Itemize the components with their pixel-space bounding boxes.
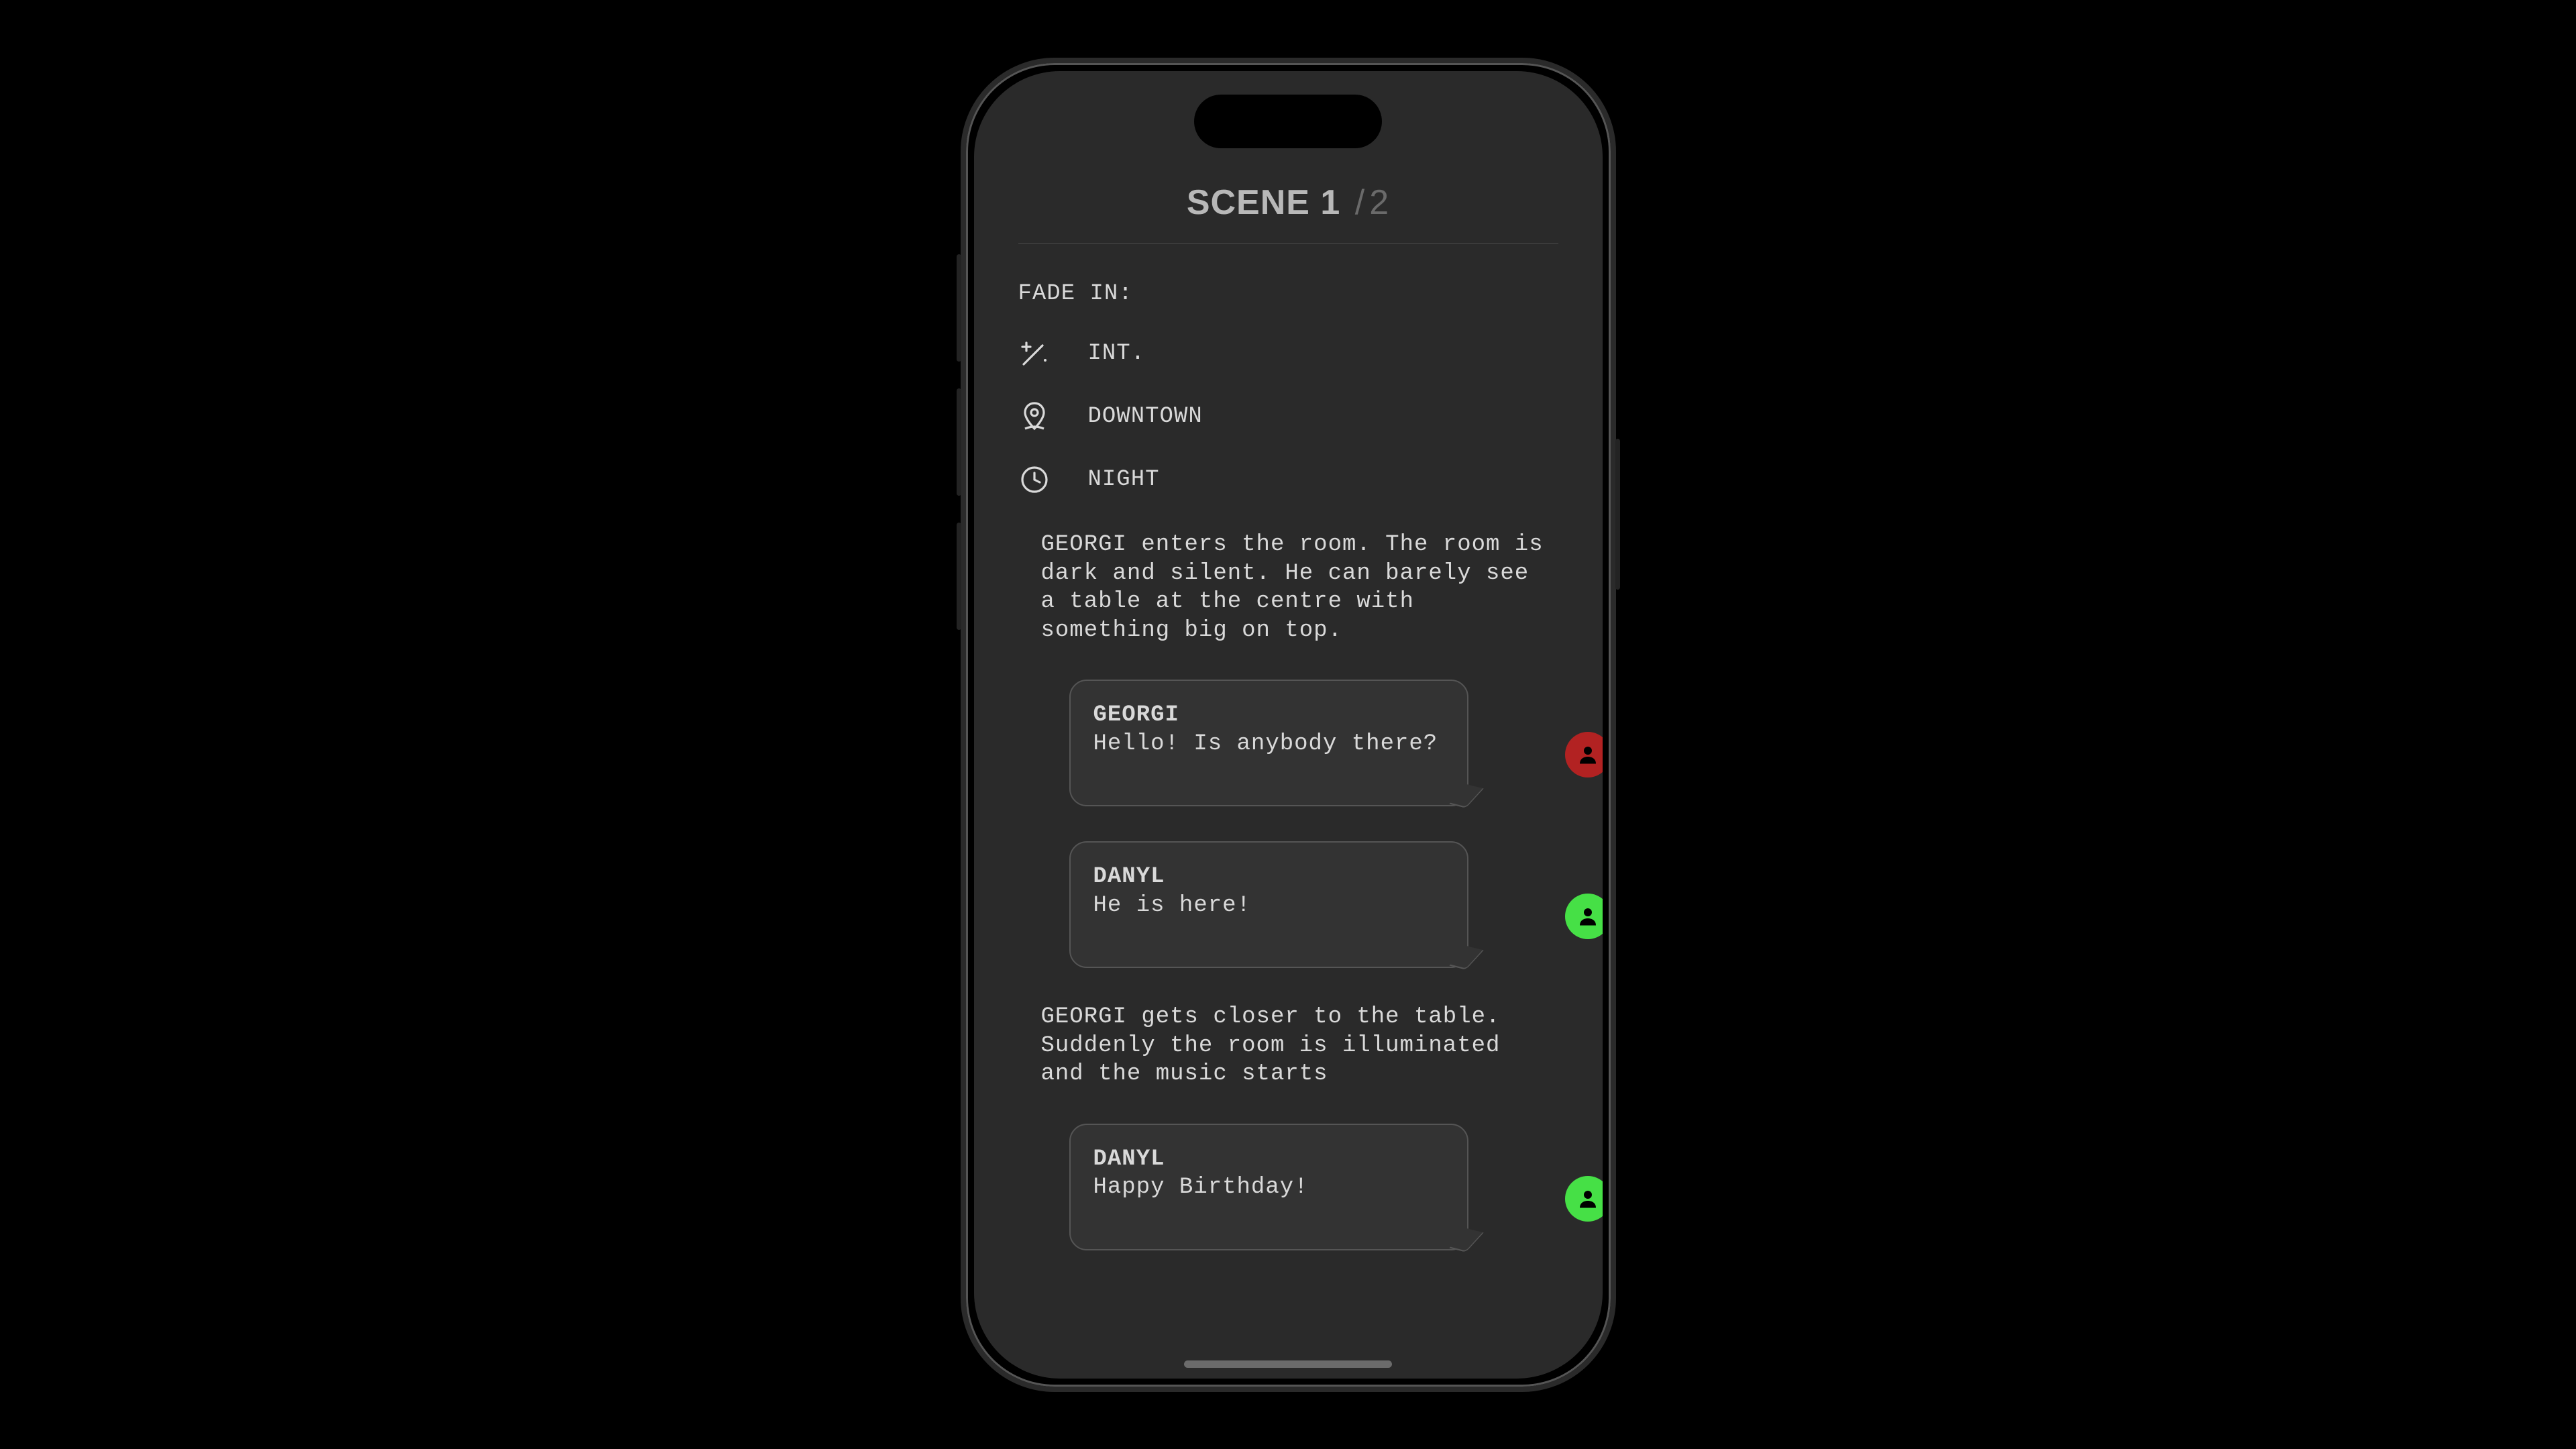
character-avatar[interactable]	[1565, 894, 1603, 939]
dialogue-block[interactable]: DANYL Happy Birthday!	[1018, 1124, 1558, 1250]
scene-header: SCENE 1 /2	[1018, 160, 1558, 244]
dialogue-character: DANYL	[1093, 863, 1444, 892]
person-icon	[1576, 904, 1600, 928]
dialogue-character: DANYL	[1093, 1145, 1444, 1174]
dialogue-block[interactable]: GEORGI Hello! Is anybody there?	[1018, 680, 1558, 806]
home-indicator[interactable]	[1184, 1360, 1392, 1368]
dialogue-line: Hello! Is anybody there?	[1093, 730, 1444, 759]
scene-total: 2	[1369, 183, 1389, 222]
phone-frame: SCENE 1 /2 FADE IN:	[961, 58, 1616, 1392]
fade-in-text: FADE IN:	[1018, 280, 1558, 309]
phone-screen: SCENE 1 /2 FADE IN:	[974, 71, 1603, 1379]
meta-setting-row[interactable]: INT.	[1018, 337, 1558, 370]
scene-meta: INT. DOWNTOWN	[1018, 337, 1558, 496]
app-content[interactable]: SCENE 1 /2 FADE IN:	[974, 160, 1603, 1379]
meta-time-row[interactable]: NIGHT	[1018, 464, 1558, 496]
dialogue-block[interactable]: DANYL He is here!	[1018, 841, 1558, 968]
character-avatar[interactable]	[1565, 732, 1603, 777]
location-pin-icon	[1018, 400, 1051, 433]
dynamic-island	[1194, 95, 1382, 148]
meta-location-row[interactable]: DOWNTOWN	[1018, 400, 1558, 433]
magic-wand-icon	[1018, 337, 1051, 370]
dialogue-character: GEORGI	[1093, 701, 1444, 730]
dialogue-bubble: DANYL He is here!	[1069, 841, 1468, 968]
dialogue-line: He is here!	[1093, 892, 1444, 920]
meta-setting-value: INT.	[1088, 339, 1146, 368]
scene-separator: /	[1355, 183, 1365, 222]
meta-location-value: DOWNTOWN	[1088, 402, 1203, 431]
dialogue-line: Happy Birthday!	[1093, 1173, 1444, 1202]
scene-current: 1	[1320, 183, 1340, 222]
stage: SCENE 1 /2 FADE IN:	[0, 0, 2576, 1449]
character-avatar[interactable]	[1565, 1176, 1603, 1222]
meta-time-value: NIGHT	[1088, 466, 1160, 494]
scene-label: SCENE	[1187, 183, 1310, 222]
person-icon	[1576, 1187, 1600, 1211]
dialogue-bubble: DANYL Happy Birthday!	[1069, 1124, 1468, 1250]
person-icon	[1576, 743, 1600, 767]
action-block: GEORGI enters the room. The room is dark…	[1018, 531, 1558, 645]
dialogue-bubble: GEORGI Hello! Is anybody there?	[1069, 680, 1468, 806]
action-block: GEORGI gets closer to the table. Suddenl…	[1018, 1003, 1558, 1089]
scene-title: SCENE 1 /2	[1187, 182, 1389, 223]
clock-icon	[1018, 464, 1051, 496]
